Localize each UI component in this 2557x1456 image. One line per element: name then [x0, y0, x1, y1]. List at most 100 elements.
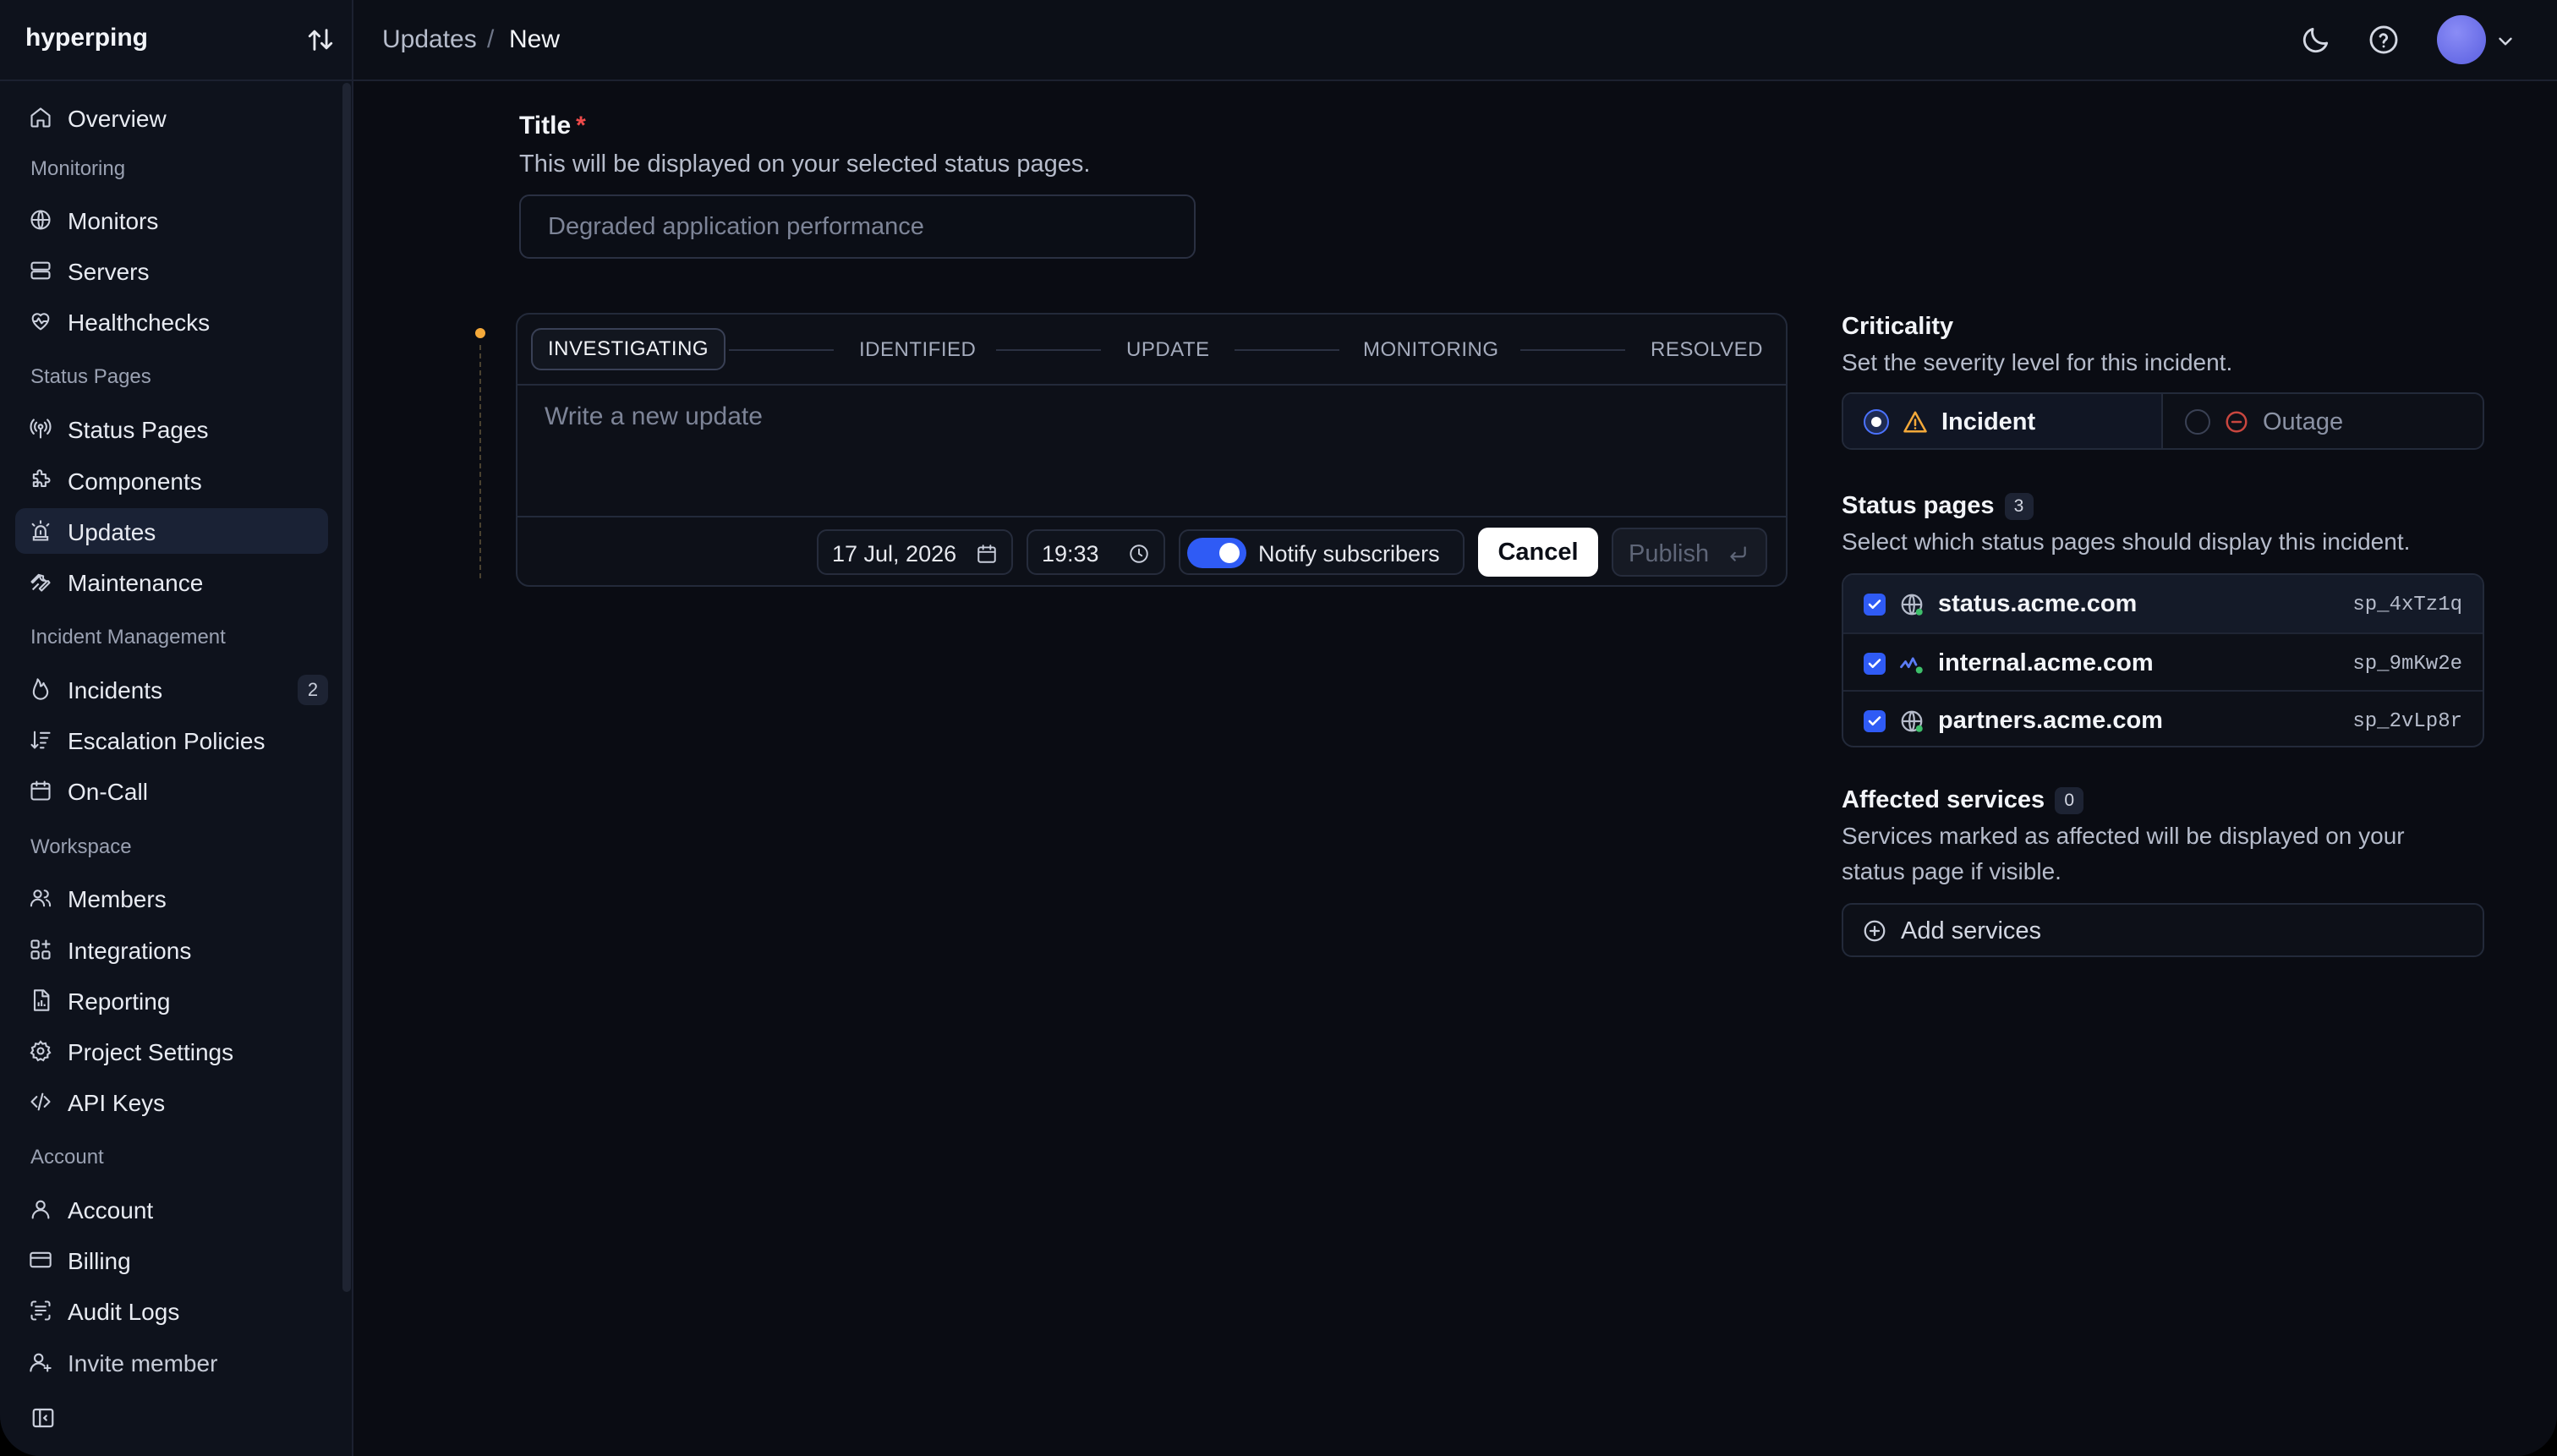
timeline-dot — [475, 328, 485, 338]
stage-investigating[interactable]: INVESTIGATING — [531, 328, 726, 370]
sidebar-item-healthchecks[interactable]: Healthchecks — [15, 298, 328, 344]
file-chart-icon — [33, 989, 50, 1011]
affected-services-heading: Affected services 0 — [1842, 786, 2084, 814]
stage-identified[interactable]: IDENTIFIED — [859, 338, 976, 362]
status-page-name: status.acme.com — [1938, 590, 2138, 617]
publish-button[interactable]: Publish — [1612, 528, 1767, 577]
plus-circle-icon — [1864, 920, 1886, 942]
status-page-row[interactable]: partners.acme.com sp_2vLp8r — [1843, 690, 2483, 746]
sidebar-item-api-keys[interactable]: API Keys — [15, 1079, 328, 1125]
status-page-checkbox[interactable] — [1864, 653, 1886, 675]
sidebar-item-maintenance[interactable]: Maintenance — [15, 559, 328, 605]
status-page-id: sp_2vLp8r — [2352, 710, 2462, 733]
sidebar-item-incidents[interactable]: Incidents 2 — [15, 666, 328, 712]
status-page-checkbox[interactable] — [1864, 594, 1886, 616]
siren-icon — [31, 520, 50, 541]
time-picker[interactable]: 19:33 — [1027, 529, 1165, 575]
publish-label: Publish — [1629, 540, 1710, 567]
sidebar-item-label: Overview — [68, 106, 167, 132]
stage-resolved[interactable]: RESOLVED — [1651, 338, 1763, 362]
gear-icon — [30, 1040, 52, 1062]
sidebar-item-status-pages[interactable]: Status Pages — [15, 406, 328, 452]
notify-label: Notify subscribers — [1258, 541, 1440, 567]
sidebar-scrollbar[interactable] — [342, 83, 351, 1292]
sidebar-item-account[interactable]: Account — [15, 1186, 328, 1232]
section-label-workspace: Workspace — [30, 835, 132, 858]
top-bar: Updates / New — [353, 0, 2557, 81]
status-stepper: INVESTIGATING IDENTIFIED UPDATE MONITORI… — [517, 315, 1786, 386]
incidents-count-badge: 2 — [298, 675, 328, 705]
section-label-account: Account — [30, 1146, 104, 1169]
status-pages-count-badge: 3 — [2004, 493, 2034, 520]
scan-text-icon — [30, 1300, 51, 1321]
status-page-name: partners.acme.com — [1938, 707, 2163, 734]
criticality-heading: Criticality — [1842, 313, 1954, 340]
sidebar-item-label: Maintenance — [68, 570, 204, 596]
breadcrumb-updates[interactable]: Updates — [382, 25, 477, 54]
invite-member-label: Invite member — [68, 1350, 218, 1377]
app-name: hyperping — [25, 24, 149, 52]
calendar-icon — [30, 780, 51, 801]
sidebar-item-label: Updates — [68, 519, 156, 545]
notify-switch[interactable] — [1187, 538, 1246, 568]
invite-member-button[interactable]: Invite member — [15, 1339, 328, 1385]
sidebar-item-overview[interactable]: Overview — [15, 95, 328, 140]
sidebar-item-members[interactable]: Members — [15, 875, 328, 921]
collapse-sidebar-icon[interactable] — [30, 1405, 56, 1431]
title-input[interactable] — [519, 194, 1196, 259]
sort-icon — [30, 731, 51, 749]
avatar[interactable] — [2437, 15, 2486, 64]
section-label-status-pages: Status Pages — [30, 365, 151, 388]
add-services-label: Add services — [1901, 917, 2042, 944]
sidebar-item-audit-logs[interactable]: Audit Logs — [15, 1288, 328, 1333]
sidebar-item-escalation-policies[interactable]: Escalation Policies — [15, 717, 328, 763]
section-label-monitoring: Monitoring — [30, 157, 126, 180]
stage-monitoring[interactable]: MONITORING — [1363, 338, 1499, 362]
add-services-button[interactable]: Add services — [1842, 903, 2484, 957]
stage-connector — [996, 349, 1101, 351]
update-textarea[interactable] — [517, 386, 1786, 516]
sidebar-item-label: Reporting — [68, 988, 171, 1015]
time-value: 19:33 — [1042, 541, 1099, 567]
sidebar-item-label: Members — [68, 886, 167, 912]
user-plus-icon — [30, 1353, 52, 1372]
help-icon[interactable] — [2368, 24, 2400, 56]
criticality-option-outage[interactable]: Outage — [2165, 394, 2484, 448]
clock-icon — [1130, 545, 1148, 563]
sidebar-item-reporting[interactable]: Reporting — [15, 977, 328, 1023]
switch-arrows-icon[interactable] — [306, 25, 335, 54]
wrench-icon — [30, 573, 51, 592]
sidebar-item-servers[interactable]: Servers — [15, 248, 328, 293]
workspace-switcher[interactable]: hyperping — [0, 0, 353, 81]
status-page-row[interactable]: status.acme.com sp_4xTz1q — [1843, 575, 2483, 632]
sidebar-item-updates[interactable]: Updates — [15, 508, 328, 554]
app-window: hyperping Overview Monitoring Monitors S… — [0, 0, 2557, 1456]
chevron-down-icon[interactable] — [2494, 30, 2516, 52]
radio-unselected[interactable] — [2185, 409, 2210, 435]
sidebar-item-components[interactable]: Components — [15, 457, 328, 503]
status-page-row[interactable]: internal.acme.com sp_9mKw2e — [1843, 632, 2483, 690]
calendar-icon — [977, 545, 996, 563]
breadcrumb-current: New — [509, 25, 561, 53]
code-icon — [30, 1092, 51, 1111]
date-value: 17 Jul, 2026 — [832, 541, 957, 567]
sidebar-item-label: Account — [68, 1197, 154, 1223]
date-picker[interactable]: 17 Jul, 2026 — [817, 529, 1013, 575]
status-pages-list: status.acme.com sp_4xTz1q internal.acme.… — [1842, 573, 2484, 747]
sidebar-item-project-settings[interactable]: Project Settings — [15, 1028, 328, 1074]
timeline-line — [479, 345, 481, 578]
notify-subscribers-toggle[interactable]: Notify subscribers — [1179, 529, 1465, 575]
sidebar-item-billing[interactable]: Billing — [15, 1237, 328, 1283]
criticality-option-incident[interactable]: Incident — [1843, 394, 2163, 448]
stage-update[interactable]: UPDATE — [1126, 338, 1210, 362]
sidebar-item-monitors[interactable]: Monitors — [15, 197, 328, 243]
moon-icon[interactable] — [2300, 24, 2332, 56]
sidebar-item-on-call[interactable]: On-Call — [15, 768, 328, 813]
minus-circle-icon — [2226, 411, 2248, 433]
cancel-button[interactable]: Cancel — [1478, 528, 1598, 577]
status-page-name: internal.acme.com — [1938, 649, 2154, 676]
status-page-id: sp_4xTz1q — [2352, 594, 2462, 616]
status-page-checkbox[interactable] — [1864, 710, 1886, 732]
sidebar-item-integrations[interactable]: Integrations — [15, 927, 328, 972]
radio-selected[interactable] — [1864, 409, 1889, 435]
